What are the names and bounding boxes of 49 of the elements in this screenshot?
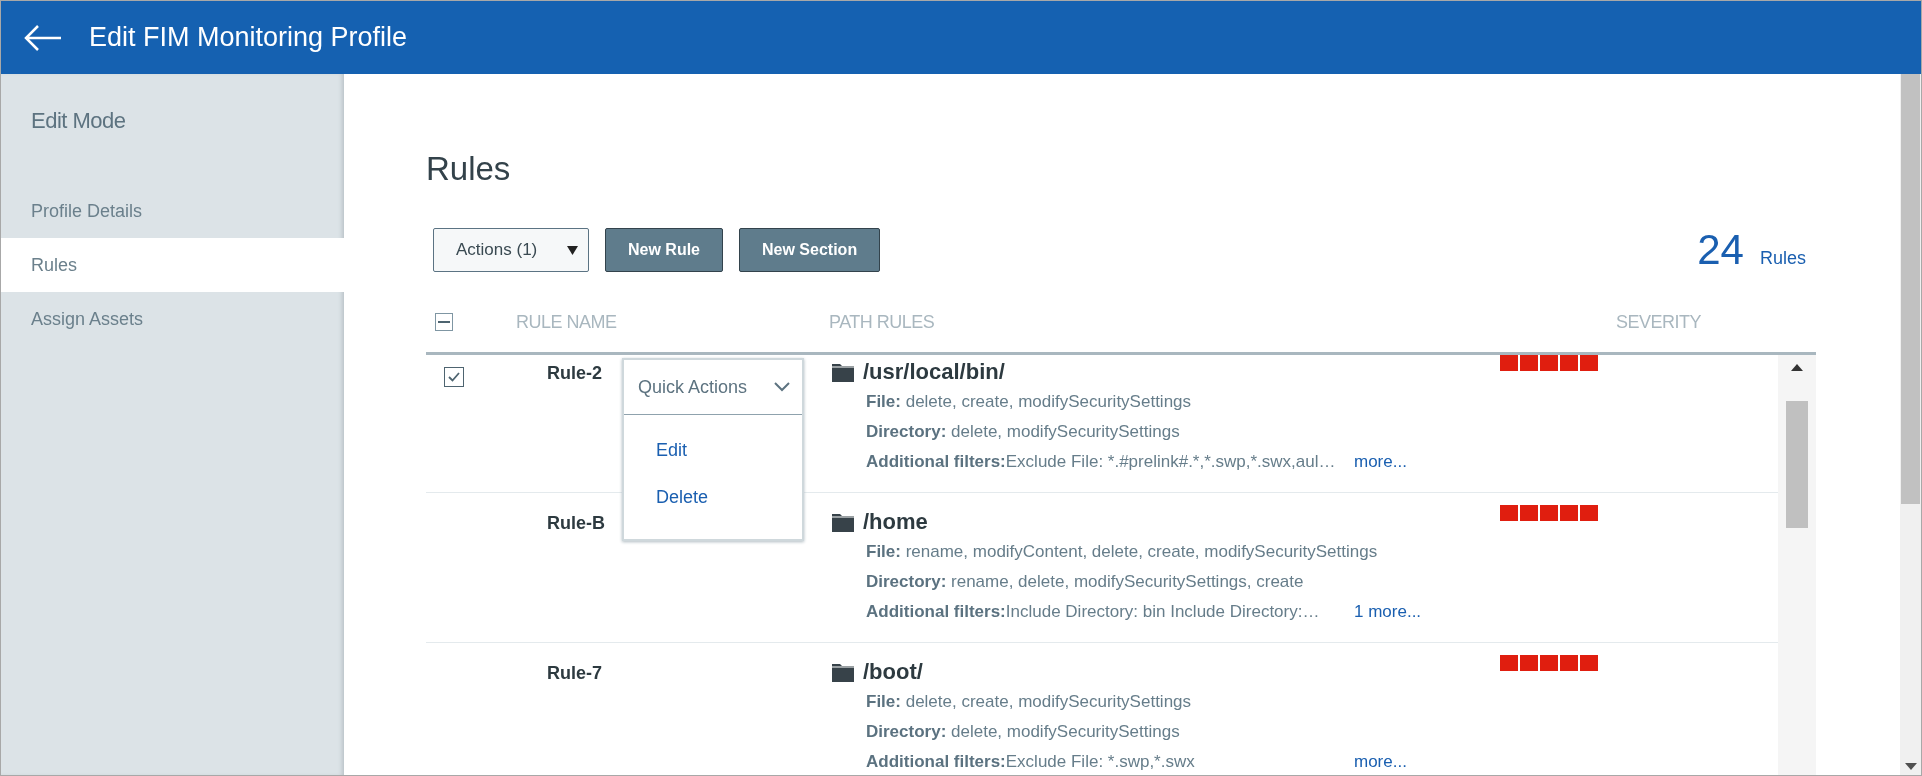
menu-item[interactable]: Edit <box>624 427 802 474</box>
rule-detail: Additional filters:Exclude File: *.#prelink#.*,*.swp,*.swx,aul… <box>866 451 1337 473</box>
scroll-down-icon[interactable] <box>1904 763 1917 771</box>
sidebar-item[interactable]: Rules <box>1 238 344 292</box>
folder-icon <box>832 362 854 382</box>
rule-count: 24 <box>1697 226 1744 274</box>
rule-detail: Additional filters:Exclude File: *.swp,*.swx <box>866 751 1196 773</box>
rule-detail: Directory: rename, delete, modifySecuritySettings, create <box>866 571 1305 593</box>
section-title: Rules <box>426 150 512 188</box>
sidebar-item[interactable]: Assign Assets <box>1 292 344 346</box>
more-link[interactable]: more... <box>1354 747 1407 775</box>
more-link[interactable]: 1 more... <box>1354 597 1422 627</box>
folder-icon <box>832 662 854 682</box>
more-link[interactable]: more... <box>1354 447 1407 477</box>
quick-actions-button[interactable]: Quick Actions <box>624 360 802 415</box>
scroll-thumb[interactable] <box>1901 74 1920 504</box>
caret-icon <box>567 245 578 255</box>
row-checkbox[interactable] <box>444 367 464 387</box>
rule-name: Rule-B <box>547 513 605 533</box>
scroll-thumb[interactable] <box>1786 401 1808 528</box>
scroll-up-icon[interactable] <box>1791 364 1803 371</box>
rule-name: Rule-7 <box>547 663 602 683</box>
rule-detail: Directory: delete, modifySecuritySettings <box>866 721 1181 743</box>
toolbar-button[interactable]: New Rule <box>605 228 723 272</box>
rule-detail: File: delete, create, modifySecuritySettings <box>866 391 1193 413</box>
menu-item[interactable]: Delete <box>624 474 802 521</box>
column-header: PATH RULES <box>829 311 935 333</box>
folder-icon <box>832 512 854 532</box>
path-text: /usr/local/bin/ <box>863 359 1005 385</box>
toolbar-button[interactable]: New Section <box>739 228 881 272</box>
sidebar-item[interactable]: Profile Details <box>1 184 344 238</box>
sidebar-heading: Edit Mode <box>30 107 127 135</box>
page-title: Edit FIM Monitoring Profile <box>89 22 408 53</box>
rule-detail: File: delete, create, modifySecuritySettings <box>866 691 1193 713</box>
back-arrow-icon[interactable] <box>23 23 63 52</box>
checkmark-icon <box>448 372 460 382</box>
path-text: /boot/ <box>863 659 923 685</box>
rule-detail: Additional filters:Include Directory: bin Include Directory:… <box>866 601 1321 623</box>
column-header: SEVERITY <box>1616 311 1702 333</box>
rule-detail: Directory: delete, modifySecuritySettings <box>866 421 1181 443</box>
column-header: RULE NAME <box>516 311 617 333</box>
select-all-checkbox[interactable] <box>435 313 453 331</box>
rule-name: Rule-2 <box>547 363 602 383</box>
rule-detail: File: rename, modifyContent, delete, create, modifySecuritySettings <box>866 541 1379 563</box>
minus-icon <box>438 321 450 323</box>
path-text: /home <box>863 509 928 535</box>
rules-link[interactable]: Rules <box>1759 248 1806 269</box>
actions-dropdown[interactable]: Actions (1) <box>433 228 589 272</box>
chevron-icon <box>774 382 790 392</box>
